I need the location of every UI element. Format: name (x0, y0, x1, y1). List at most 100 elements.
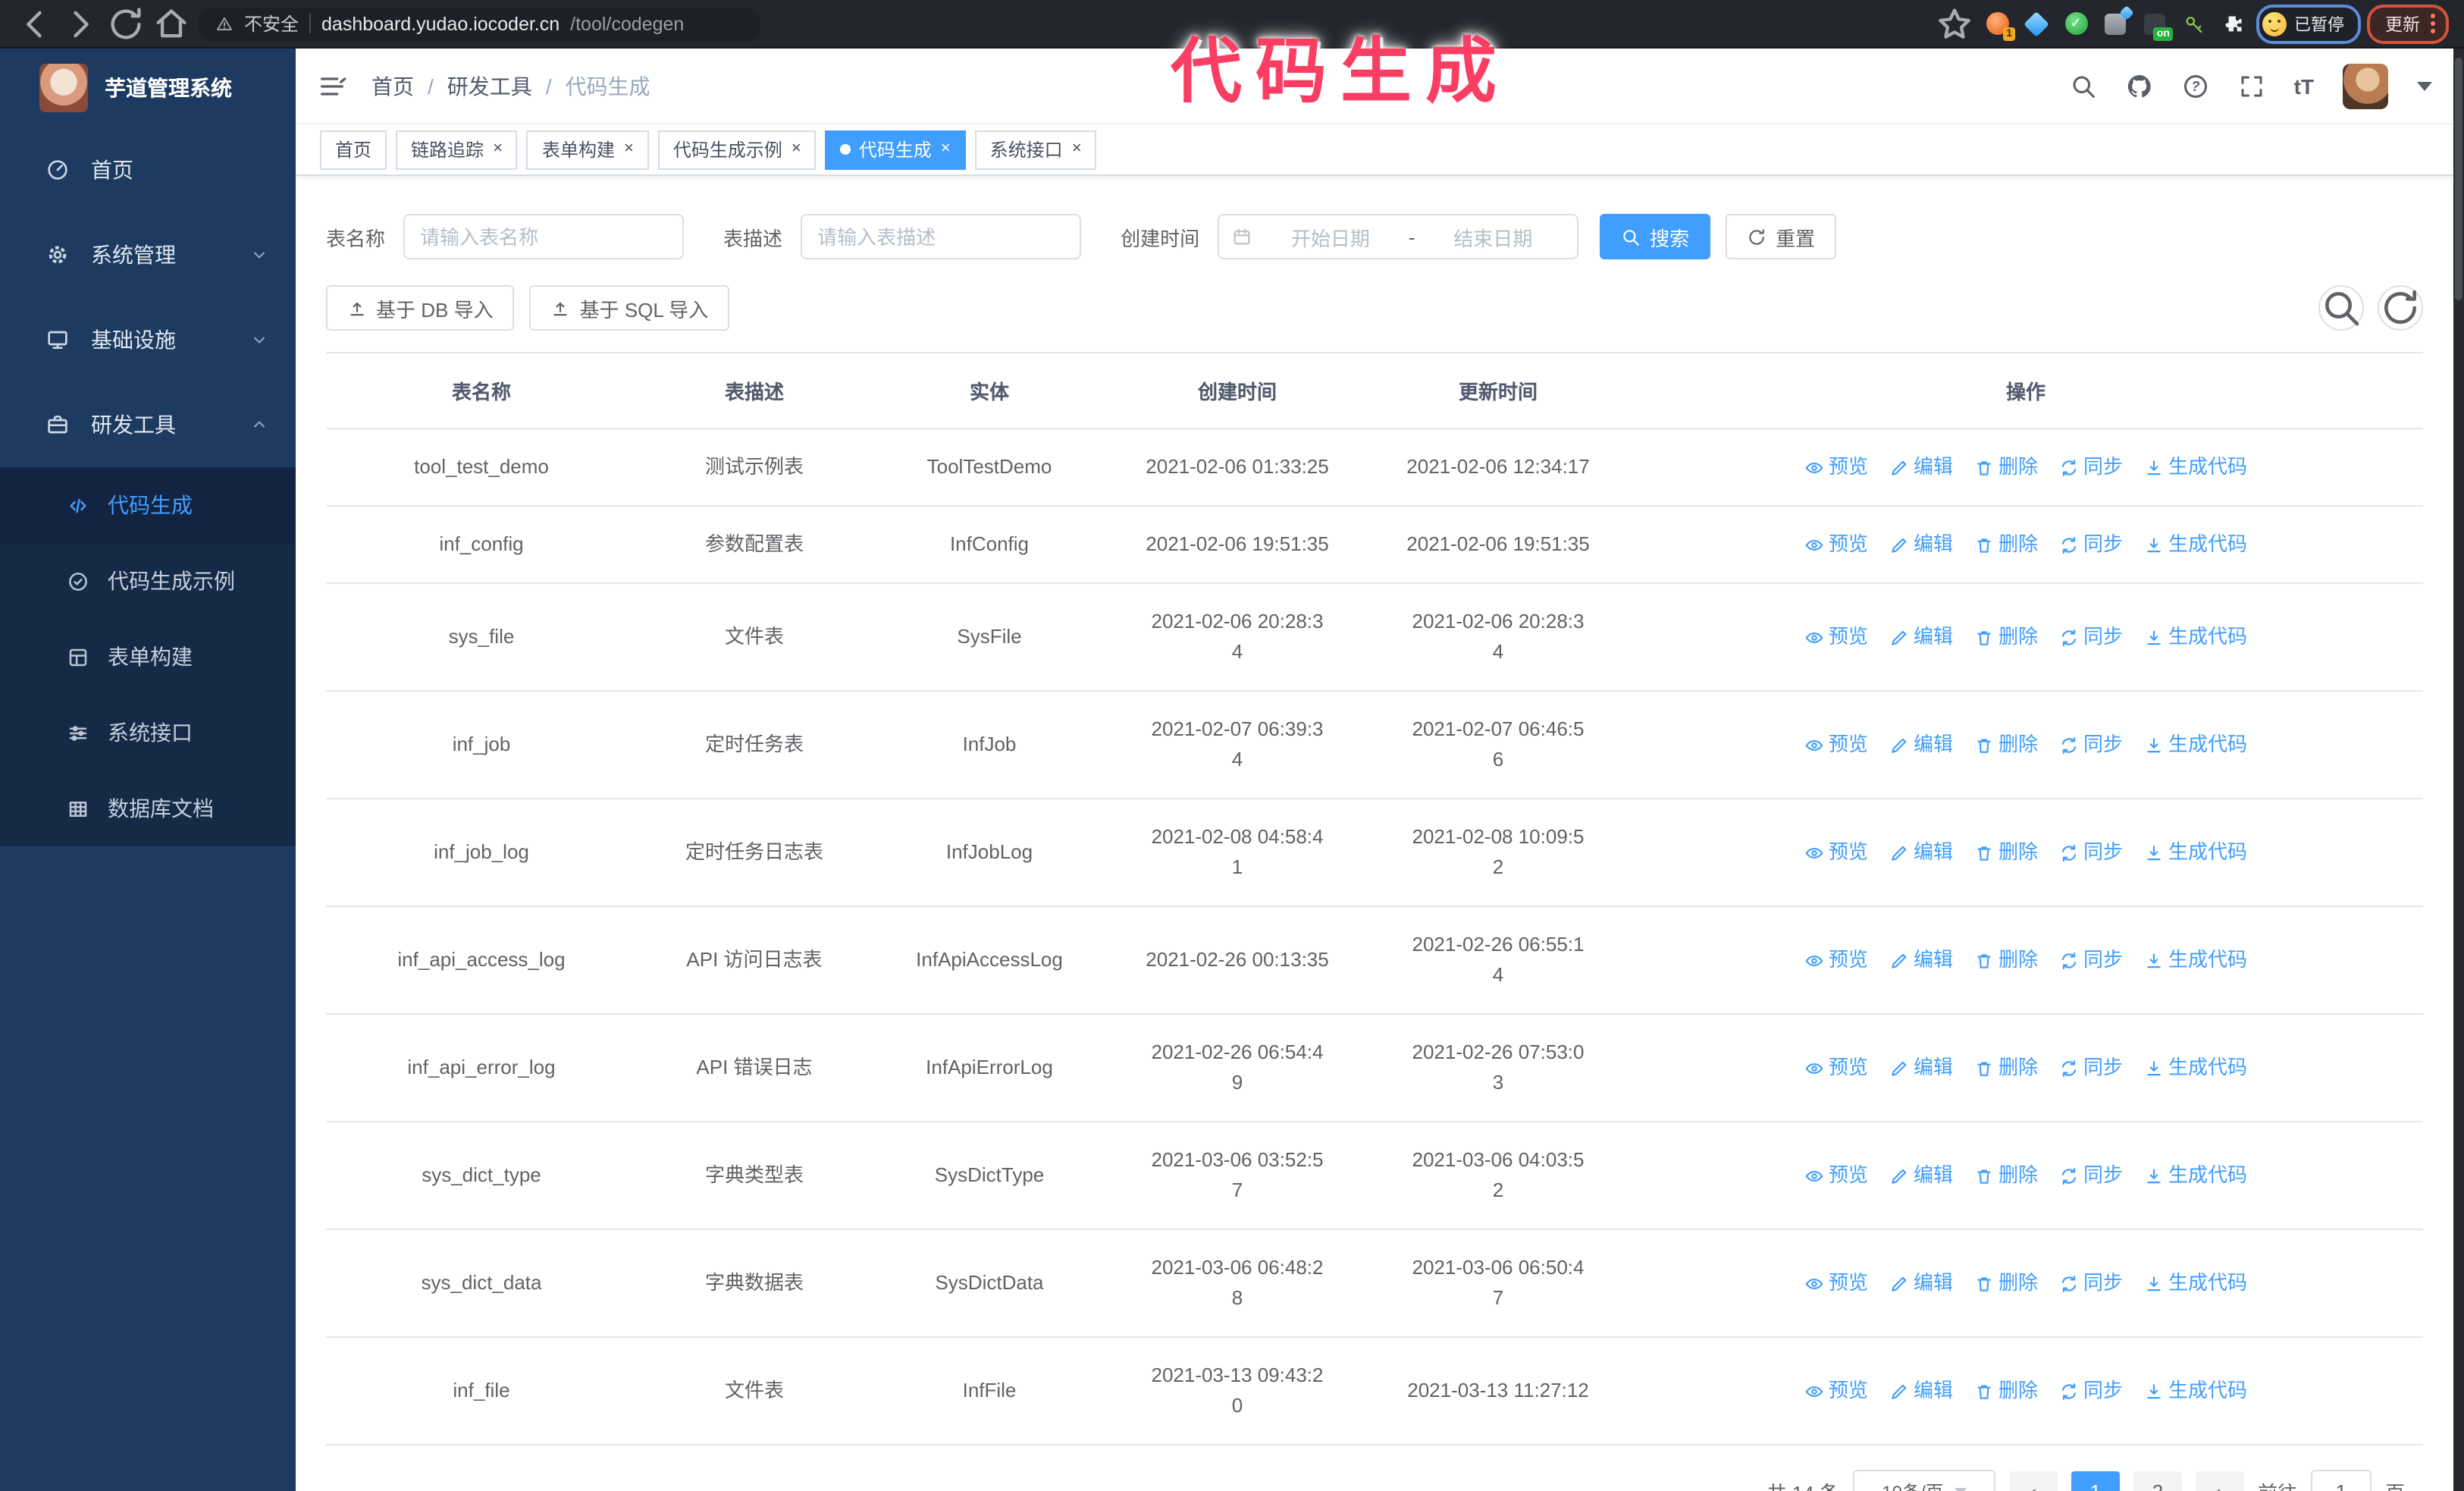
extension-gray-icon[interactable] (2099, 5, 2134, 40)
table-name-input[interactable] (403, 214, 685, 259)
avatar-caret-icon[interactable] (2417, 81, 2432, 90)
action-generate-link[interactable]: 生成代码 (2144, 837, 2247, 868)
action-edit-link[interactable]: 编辑 (1889, 730, 1953, 760)
browser-menu-icon[interactable] (2431, 14, 2435, 33)
extensions-puzzle-icon[interactable] (2217, 7, 2250, 40)
sidebar-item-dashboard[interactable]: 首页 (0, 127, 296, 212)
page-button-1[interactable]: 1 (2071, 1471, 2120, 1491)
action-delete-link[interactable]: 删除 (1974, 945, 2038, 975)
tab-view[interactable]: 链路追踪 × (396, 130, 518, 169)
action-edit-link[interactable]: 编辑 (1889, 452, 1953, 482)
action-delete-link[interactable]: 删除 (1974, 730, 2038, 760)
scrollbar-thumb[interactable] (2455, 58, 2462, 300)
user-avatar[interactable] (2343, 63, 2388, 108)
tab-view[interactable]: 表单构建 × (526, 130, 649, 169)
action-generate-link[interactable]: 生成代码 (2144, 622, 2247, 652)
tab-close-icon[interactable]: × (792, 140, 801, 158)
goto-page-input[interactable] (2310, 1470, 2372, 1491)
action-preview-link[interactable]: 预览 (1804, 945, 1868, 975)
action-edit-link[interactable]: 编辑 (1889, 1053, 1953, 1083)
action-delete-link[interactable]: 删除 (1974, 529, 2038, 560)
action-generate-link[interactable]: 生成代码 (2144, 730, 2247, 760)
action-edit-link[interactable]: 编辑 (1889, 1268, 1953, 1298)
home-icon[interactable] (152, 4, 191, 43)
action-delete-link[interactable]: 删除 (1974, 1376, 2038, 1406)
action-generate-link[interactable]: 生成代码 (2144, 1160, 2247, 1191)
sidebar-item-toolbox[interactable]: 研发工具 (0, 382, 296, 467)
next-page-button[interactable]: › (2195, 1471, 2244, 1491)
action-preview-link[interactable]: 预览 (1804, 1376, 1868, 1406)
action-preview-link[interactable]: 预览 (1804, 730, 1868, 760)
action-edit-link[interactable]: 编辑 (1889, 622, 1953, 652)
tab-close-icon[interactable]: × (941, 140, 951, 158)
sidebar-item-gear[interactable]: 系统管理 (0, 212, 296, 297)
submenu-item-grid[interactable]: 数据库文档 (0, 771, 296, 846)
action-edit-link[interactable]: 编辑 (1889, 1160, 1953, 1191)
action-edit-link[interactable]: 编辑 (1889, 529, 1953, 560)
search-icon[interactable] (2070, 72, 2097, 99)
github-icon[interactable] (2126, 72, 2153, 99)
action-delete-link[interactable]: 删除 (1974, 1268, 2038, 1298)
back-icon[interactable] (15, 4, 55, 43)
table-desc-input[interactable] (801, 214, 1082, 259)
bookmark-star-icon[interactable] (1935, 4, 1974, 43)
action-preview-link[interactable]: 预览 (1804, 1160, 1868, 1191)
action-generate-link[interactable]: 生成代码 (2144, 529, 2247, 560)
action-sync-link[interactable]: 同步 (2059, 1268, 2123, 1298)
tab-close-icon[interactable]: × (624, 140, 634, 158)
action-preview-link[interactable]: 预览 (1804, 837, 1868, 868)
action-edit-link[interactable]: 编辑 (1889, 945, 1953, 975)
browser-profile-chip[interactable]: 已暂停 (2256, 4, 2361, 43)
action-delete-link[interactable]: 删除 (1974, 622, 2038, 652)
font-size-icon[interactable]: tT (2294, 74, 2314, 98)
fullscreen-icon[interactable] (2238, 72, 2265, 99)
address-bar[interactable]: 不安全 dashboard.yudao.iocoder.cn/tool/code… (197, 7, 761, 40)
date-range-picker[interactable]: 开始日期 - 结束日期 (1218, 214, 1579, 259)
action-delete-link[interactable]: 删除 (1974, 452, 2038, 482)
action-sync-link[interactable]: 同步 (2059, 1053, 2123, 1083)
extension-key-icon[interactable] (2177, 7, 2211, 40)
action-generate-link[interactable]: 生成代码 (2144, 1376, 2247, 1406)
extension-dark-on-icon[interactable]: on (2138, 7, 2173, 40)
extension-green-check-icon[interactable]: ✓ (2059, 7, 2093, 40)
breadcrumb-item[interactable]: 首页 (371, 71, 414, 101)
action-sync-link[interactable]: 同步 (2059, 1376, 2123, 1406)
action-edit-link[interactable]: 编辑 (1889, 1376, 1953, 1406)
action-preview-link[interactable]: 预览 (1804, 452, 1868, 482)
refresh-table-button[interactable] (2378, 285, 2423, 331)
extension-orange-icon[interactable]: 1 (1980, 7, 2015, 40)
app-logo[interactable]: 芋道管理系统 (0, 49, 296, 127)
action-sync-link[interactable]: 同步 (2059, 730, 2123, 760)
submenu-item-sliders[interactable]: 系统接口 (0, 695, 296, 771)
browser-update-button[interactable]: 更新 (2367, 4, 2449, 43)
tab-close-icon[interactable]: × (493, 140, 503, 158)
tab-view[interactable]: 代码生成 × (825, 130, 966, 169)
action-sync-link[interactable]: 同步 (2059, 452, 2123, 482)
search-button[interactable]: 搜索 (1600, 214, 1711, 259)
action-delete-link[interactable]: 删除 (1974, 1053, 2038, 1083)
action-edit-link[interactable]: 编辑 (1889, 837, 1953, 868)
reset-button[interactable]: 重置 (1726, 214, 1837, 259)
action-preview-link[interactable]: 预览 (1804, 529, 1868, 560)
action-generate-link[interactable]: 生成代码 (2144, 945, 2247, 975)
prev-page-button[interactable]: ‹ (2008, 1471, 2058, 1491)
action-sync-link[interactable]: 同步 (2059, 622, 2123, 652)
action-sync-link[interactable]: 同步 (2059, 837, 2123, 868)
action-generate-link[interactable]: 生成代码 (2144, 1053, 2247, 1083)
show-search-button[interactable] (2318, 285, 2364, 331)
submenu-item-code[interactable]: 代码生成 (0, 467, 296, 543)
import-sql-button[interactable]: 基于 SQL 导入 (529, 285, 730, 331)
action-generate-link[interactable]: 生成代码 (2144, 452, 2247, 482)
action-preview-link[interactable]: 预览 (1804, 1268, 1868, 1298)
browser-scrollbar[interactable] (2453, 49, 2464, 1491)
extension-gem-icon[interactable] (2020, 7, 2053, 40)
action-delete-link[interactable]: 删除 (1974, 1160, 2038, 1191)
import-db-button[interactable]: 基于 DB 导入 (326, 285, 515, 331)
action-sync-link[interactable]: 同步 (2059, 1160, 2123, 1191)
submenu-item-form[interactable]: 表单构建 (0, 619, 296, 695)
submenu-item-example[interactable]: 代码生成示例 (0, 543, 296, 619)
tab-view[interactable]: 代码生成示例 × (657, 130, 817, 169)
page-size-select[interactable]: 10条/页 (1852, 1470, 1995, 1491)
action-preview-link[interactable]: 预览 (1804, 1053, 1868, 1083)
action-generate-link[interactable]: 生成代码 (2144, 1268, 2247, 1298)
